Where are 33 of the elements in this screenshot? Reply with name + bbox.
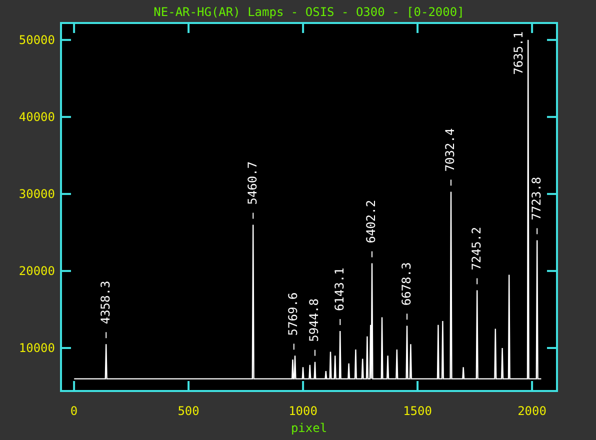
y-tick-label: 20000 xyxy=(18,264,55,278)
leader-line xyxy=(340,318,341,326)
line-label: 7635.1 xyxy=(511,31,526,75)
leader-line xyxy=(106,332,107,339)
leader-line xyxy=(536,228,538,235)
line-label: 6678.3 xyxy=(399,262,414,306)
leader-line xyxy=(252,212,254,220)
line-label: 7032.4 xyxy=(443,128,458,172)
line-label: 7245.2 xyxy=(469,226,484,270)
leader-line xyxy=(293,343,294,350)
leader-line xyxy=(406,313,408,320)
line-label: 7723.8 xyxy=(529,176,544,220)
chart-title: NE-AR-HG(AR) Lamps - OSIS - O300 - [0-2000] xyxy=(154,5,464,19)
line-label: 6143.1 xyxy=(332,268,346,312)
y-tick-label: 30000 xyxy=(18,186,55,201)
x-tick-label: 1000 xyxy=(288,404,318,418)
y-tick-label: 50000 xyxy=(18,32,55,47)
x-tick-label: 1500 xyxy=(403,404,432,418)
line-label: 5944.8 xyxy=(307,298,322,342)
x-tick-label: 2000 xyxy=(518,404,546,418)
line-label: 5769.6 xyxy=(286,292,300,336)
leader-line xyxy=(476,278,478,285)
line-label: 5460.7 xyxy=(245,161,260,205)
x-tick-label: 500 xyxy=(178,404,200,418)
y-tick-label: 10000 xyxy=(18,341,55,355)
x-tick-label: 0 xyxy=(70,404,78,418)
leader-line xyxy=(450,179,452,186)
leader-line xyxy=(314,349,316,356)
line-label: 6402.2 xyxy=(364,200,378,244)
y-tick-label: 40000 xyxy=(18,110,55,124)
line-label: 4358.3 xyxy=(98,280,112,324)
x-axis-label: pixel xyxy=(290,421,328,435)
leader-line xyxy=(371,250,372,258)
